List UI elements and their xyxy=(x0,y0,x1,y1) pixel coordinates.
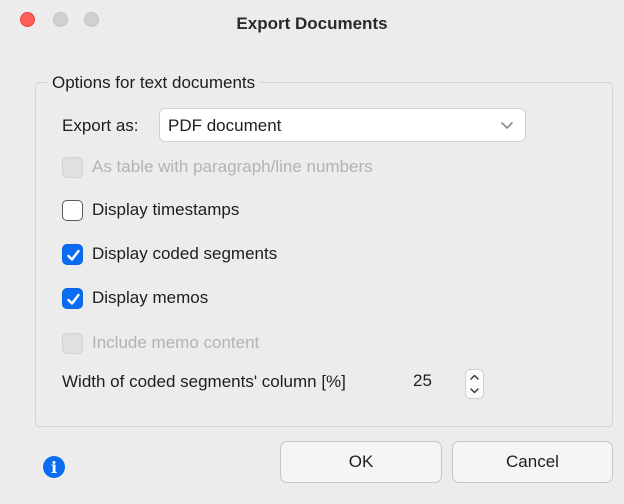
display-memos-checkbox[interactable] xyxy=(62,288,83,309)
window-title: Export Documents xyxy=(236,14,388,33)
cancel-button[interactable]: Cancel xyxy=(452,441,613,483)
info-icon[interactable]: i xyxy=(43,456,65,478)
display-timestamps-checkbox[interactable] xyxy=(62,200,83,221)
ok-button[interactable]: OK xyxy=(280,441,442,483)
as-table-checkbox xyxy=(62,157,83,178)
include-memo-content-checkbox xyxy=(62,333,83,354)
checkmark-icon xyxy=(67,293,80,305)
display-coded-segments-checkbox[interactable] xyxy=(62,244,83,265)
chevron-up-icon[interactable] xyxy=(469,372,480,383)
chevron-down-icon[interactable] xyxy=(469,385,480,396)
column-width-input[interactable]: 25 xyxy=(413,371,432,391)
title-bar: Export Documents xyxy=(0,0,624,48)
chevron-down-icon xyxy=(499,117,515,133)
export-format-value: PDF document xyxy=(168,116,282,135)
column-width-label: Width of coded segments' column [%] xyxy=(62,372,346,391)
checkmark-icon xyxy=(67,249,80,261)
export-documents-dialog: Export Documents Options for text docume… xyxy=(0,0,624,504)
column-width-stepper[interactable] xyxy=(465,369,484,399)
display-memos-label[interactable]: Display memos xyxy=(92,288,208,308)
export-as-label: Export as: xyxy=(62,116,139,135)
display-timestamps-label[interactable]: Display timestamps xyxy=(92,200,239,220)
display-coded-segments-label[interactable]: Display coded segments xyxy=(92,244,277,264)
options-group-title: Options for text documents xyxy=(48,73,260,93)
include-memo-content-label: Include memo content xyxy=(92,333,260,352)
export-format-select[interactable]: PDF document xyxy=(159,108,526,142)
as-table-label: As table with paragraph/line numbers xyxy=(92,157,373,176)
